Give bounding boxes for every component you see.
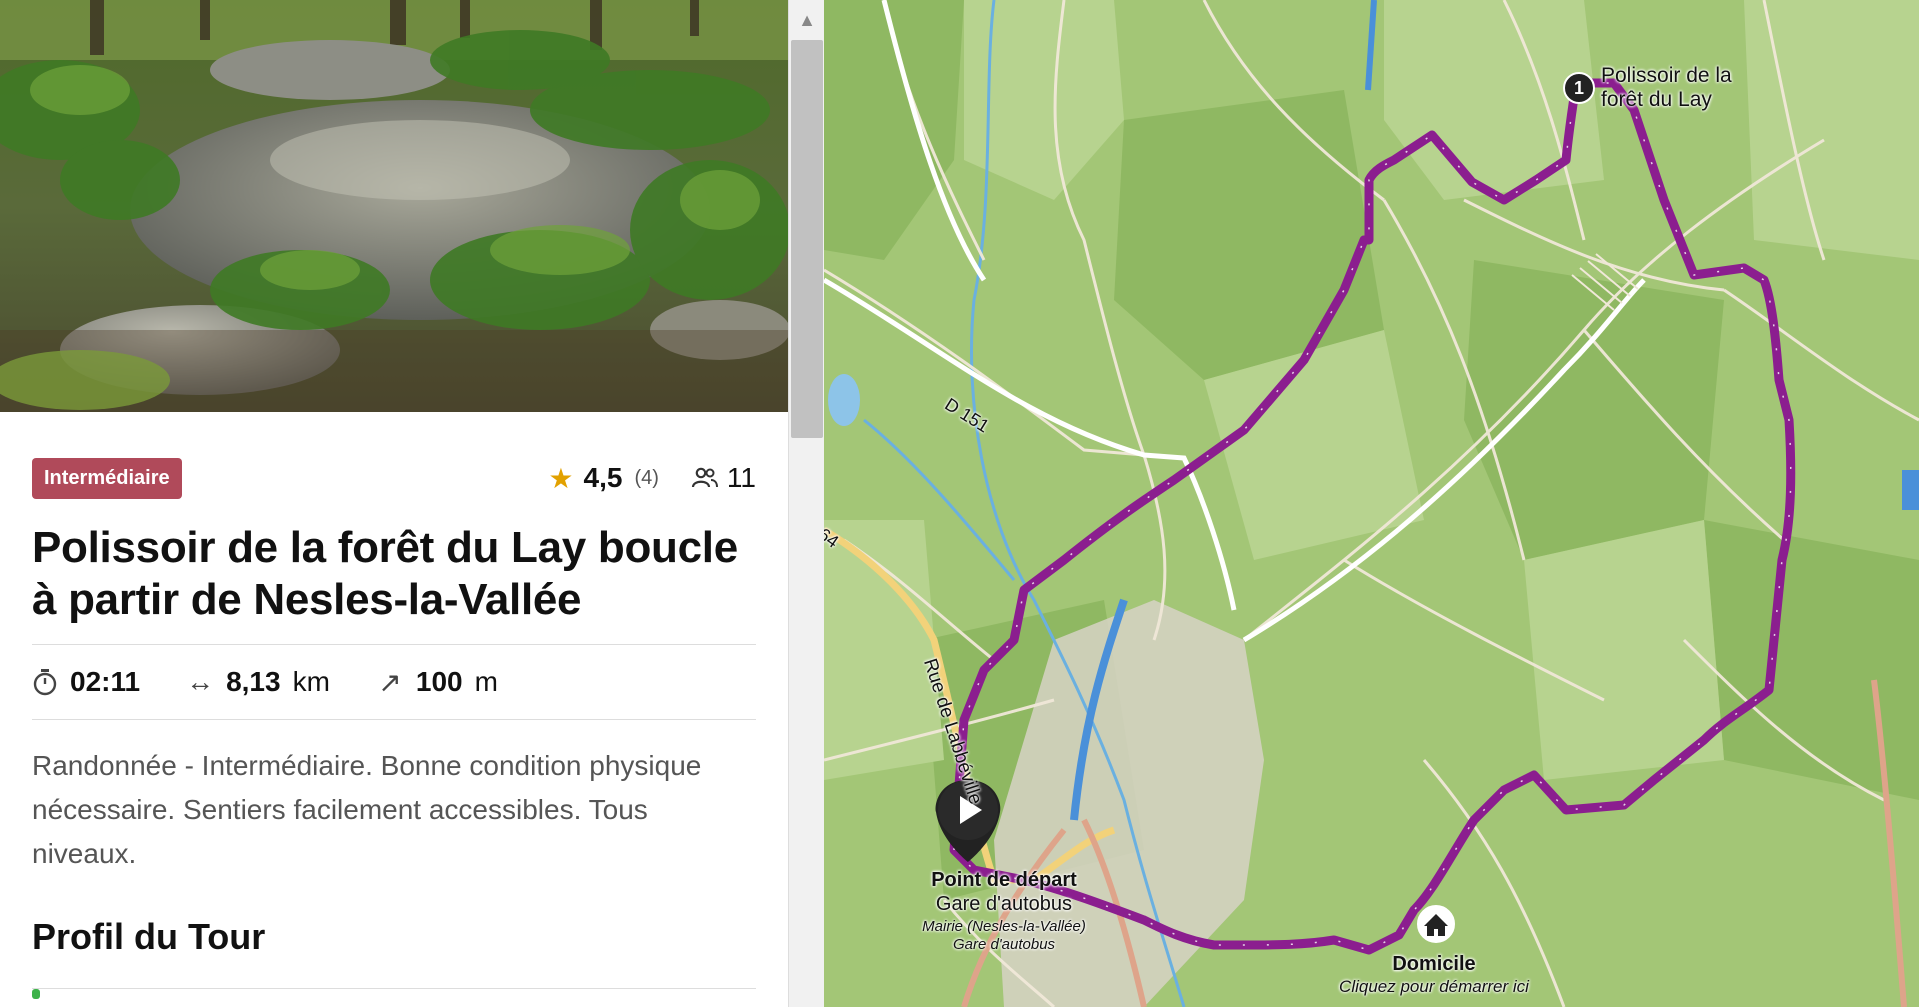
arrow-up-right-icon: ↗ [378, 666, 402, 698]
tour-meta-row: Intermédiaire ★ 4,5 (4) 11 [32, 456, 756, 500]
app: Intermédiaire ★ 4,5 (4) 11 Polissoir de … [0, 0, 1919, 1007]
rating-group: ★ 4,5 (4) 11 [548, 462, 756, 495]
bus-stop-line2: Gare d'autobus [952, 936, 1056, 953]
tour-title: Polissoir de la forêt du Lay boucle à pa… [32, 523, 738, 624]
tour-detail-panel: Intermédiaire ★ 4,5 (4) 11 Polissoir de … [0, 0, 788, 1007]
profile-divider [32, 988, 756, 999]
waypoint-number: 1 [1573, 77, 1584, 98]
waypoint-label-line1: Polissoir de la [1601, 64, 1732, 87]
stopwatch-icon [33, 669, 57, 696]
home-title: Domicile [1392, 953, 1476, 975]
waypoint-1-label[interactable]: Polissoir de la forêt du Lay [1601, 64, 1732, 112]
elevation-unit: m [474, 666, 498, 697]
distance-unit: km [292, 666, 330, 697]
waypoint-1-marker[interactable]: 1 [1563, 72, 1595, 104]
participants-count: 11 [726, 462, 756, 493]
waypoint-label-line2: forêt du Lay [1601, 88, 1712, 111]
star-icon: ★ [548, 462, 574, 494]
rating-count: (4) [634, 466, 659, 489]
route-map[interactable]: 1 Polissoir de la forêt du Lay D 151 64 … [824, 0, 1919, 1007]
start-label[interactable]: Point de départ Gare d'autobus Mairie (N… [894, 868, 1114, 954]
forest-rock-photo [0, 0, 788, 412]
elevation-value: 100 [415, 666, 463, 697]
duration-stat: 02:11 [32, 666, 140, 698]
users-icon [691, 467, 718, 488]
start-subtitle: Gare d'autobus [935, 893, 1073, 915]
distance-value: 8,13 [226, 666, 281, 697]
tour-content: Intermédiaire ★ 4,5 (4) 11 Polissoir de … [32, 412, 756, 999]
profile-heading: Profil du Tour [32, 916, 266, 957]
home-subtitle: Cliquez pour démarrer ici [1339, 977, 1529, 996]
tour-stats: 02:11 ↔ 8,13 km ↗ 100 m [32, 644, 756, 720]
panel-scrollbar[interactable]: ▲ [788, 0, 824, 1007]
arrows-horizontal-icon: ↔ [186, 666, 215, 697]
tour-hero-photo[interactable] [0, 0, 788, 412]
home-label[interactable]: Domicile Cliquez pour démarrer ici [1324, 952, 1544, 998]
start-title: Point de départ [931, 869, 1077, 891]
profile-start-marker [32, 989, 40, 999]
elevation-stat: ↗ 100 m [376, 666, 498, 699]
scroll-thumb[interactable] [791, 40, 823, 438]
duration-value: 02:11 [70, 666, 141, 697]
bus-stop-line1: Mairie (Nesles-la-Vallée) [922, 918, 1086, 935]
map-canvas [824, 0, 1919, 1007]
participants-group: 11 [691, 462, 756, 494]
tour-description: Randonnée - Intermédiaire. Bonne conditi… [32, 750, 702, 869]
scroll-up-arrow-icon[interactable]: ▲ [789, 0, 825, 40]
distance-stat: ↔ 8,13 km [186, 666, 330, 698]
home-marker[interactable] [1417, 905, 1455, 943]
difficulty-badge: Intermédiaire [32, 457, 182, 499]
rating-value: 4,5 [583, 462, 623, 493]
